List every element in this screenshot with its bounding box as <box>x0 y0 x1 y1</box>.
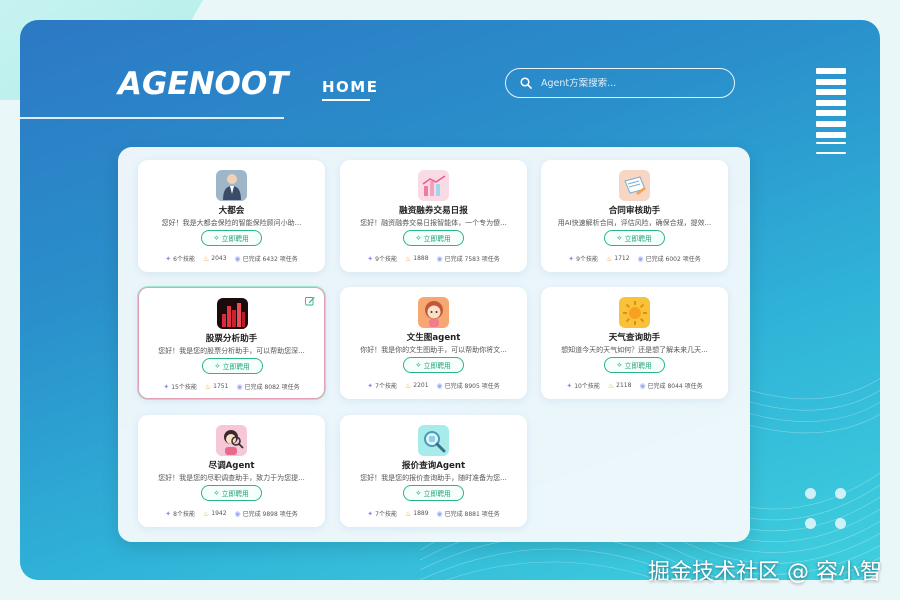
card-description: 您好！我是您的尽职调查助手，致力于为您提... <box>158 474 305 482</box>
completed-icon: ◉ <box>637 254 644 263</box>
hire-now-button[interactable]: ⟡ 立即聘用 <box>604 230 665 246</box>
sparkle-icon: ⟡ <box>617 360 622 369</box>
app-window: AGENOOT HOME 大都会 您好！我是大都会保险的智能保险顾问小助... … <box>20 20 880 580</box>
nav-home-link[interactable]: HOME <box>322 78 378 96</box>
agent-card-due-diligence[interactable]: 尽调Agent 您好！我是您的尽职调查助手，致力于为您提... ⟡ 立即聘用 ✦ 8… <box>138 415 325 527</box>
skill-sparkle-icon: ✦ <box>367 381 374 390</box>
app-logo: AGENOOT <box>118 66 289 102</box>
logo-underline <box>20 117 284 119</box>
card-description: 您好！我是您的报价查询助手，随时准备为您... <box>360 474 507 482</box>
card-title: 尽调Agent <box>208 461 255 471</box>
sparkle-icon: ⟡ <box>215 361 220 370</box>
agent-card-text-to-image[interactable]: 文生图agent 你好！我是你的文生图助手，可以帮助你将文... ⟡ 立即聘用 ✦… <box>340 287 527 399</box>
card-description: 想知道今天的天气如何？还是想了解未来几天... <box>561 346 708 354</box>
card-stats: ✦ 7个技能 ♨ 1889 ◉ 已完成 8881 项任务 <box>367 509 500 519</box>
hire-now-button[interactable]: ⟡ 立即聘用 <box>201 485 262 501</box>
skill-sparkle-icon: ✦ <box>165 254 172 263</box>
chart-report-icon <box>418 170 449 201</box>
card-description: 您好！我是大都会保险的智能保险顾问小助... <box>161 219 302 227</box>
agent-card-dadu[interactable]: 大都会 您好！我是大都会保险的智能保险顾问小助... ⟡ 立即聘用 ✦ 6个技能 ♨… <box>138 160 325 272</box>
card-title: 股票分析助手 <box>205 334 258 344</box>
card-title: 大都会 <box>218 206 245 216</box>
skill-sparkle-icon: ✦ <box>568 254 575 263</box>
completed-icon: ◉ <box>436 254 443 263</box>
nav-home-underline <box>322 99 370 101</box>
hire-now-button[interactable]: ⟡ 立即聘用 <box>201 230 262 246</box>
card-stats: ✦ 9个技能 ♨ 1712 ◉ 已完成 6002 项任务 <box>568 254 701 264</box>
search-box[interactable] <box>505 68 735 98</box>
hire-now-button[interactable]: ⟡ 立即聘用 <box>403 485 464 501</box>
agent-card-margin-report[interactable]: 融资融券交易日报 您好！融资融券交易日报智能体，一个专为傻... ⟡ 立即聘用 ✦… <box>340 160 527 272</box>
card-stats: ✦ 7个技能 ♨ 2201 ◉ 已完成 8905 项任务 <box>367 381 500 391</box>
sparkle-icon: ⟡ <box>617 233 622 242</box>
card-stats: ✦ 9个技能 ♨ 1888 ◉ 已完成 7583 项任务 <box>367 254 500 264</box>
flame-icon: ♨ <box>202 509 210 518</box>
flame-icon: ♨ <box>404 509 412 518</box>
completed-icon: ◉ <box>639 381 646 390</box>
skill-sparkle-icon: ✦ <box>367 254 374 263</box>
card-stats: ✦ 10个技能 ♨ 2118 ◉ 已完成 8044 项任务 <box>566 381 703 391</box>
card-title: 天气查询助手 <box>608 333 661 343</box>
flame-icon: ♨ <box>404 254 412 263</box>
sun-icon <box>619 297 650 328</box>
cartoon-girl-icon <box>418 297 449 328</box>
stock-bars-icon <box>217 298 248 329</box>
search-icon <box>520 77 532 89</box>
edit-icon[interactable] <box>305 296 315 306</box>
agent-card-quote-query[interactable]: 报价查询Agent 您好！我是您的报价查询助手，随时准备为您... ⟡ 立即聘用 … <box>340 415 527 527</box>
contract-document-icon <box>619 170 650 201</box>
completed-icon: ◉ <box>234 254 241 263</box>
search-input[interactable] <box>541 77 711 89</box>
skill-sparkle-icon: ✦ <box>163 382 170 391</box>
agent-card-weather[interactable]: 天气查询助手 想知道今天的天气如何？还是想了解未来几天... ⟡ 立即聘用 ✦ 10… <box>541 287 728 399</box>
agent-card-contract-review[interactable]: 合同审核助手 用AI快速解析合同，评估风险，确保合规，提效... ⟡ 立即聘用 ✦… <box>541 160 728 272</box>
card-description: 你好！我是你的文生图助手，可以帮助你将文... <box>360 346 507 354</box>
watermark-text: 掘金技术社区 @ 容小智 <box>648 560 882 585</box>
completed-icon: ◉ <box>234 509 241 518</box>
sparkle-icon: ⟡ <box>214 233 219 242</box>
hire-now-button[interactable]: ⟡ 立即聘用 <box>403 230 464 246</box>
completed-icon: ◉ <box>236 382 243 391</box>
sparkle-icon: ⟡ <box>416 360 421 369</box>
flame-icon: ♨ <box>204 382 212 391</box>
detective-magnifier-icon <box>216 425 247 456</box>
card-title: 融资融券交易日报 <box>399 206 468 216</box>
sparkle-icon: ⟡ <box>214 488 219 497</box>
skill-sparkle-icon: ✦ <box>367 509 374 518</box>
card-stats: ✦ 6个技能 ♨ 2043 ◉ 已完成 6432 项任务 <box>165 254 298 264</box>
completed-icon: ◉ <box>436 509 443 518</box>
card-title: 文生图agent <box>406 333 461 343</box>
skill-sparkle-icon: ✦ <box>165 509 172 518</box>
hire-now-button[interactable]: ⟡ 立即聘用 <box>403 357 464 373</box>
agent-card-panel: 大都会 您好！我是大都会保险的智能保险顾问小助... ⟡ 立即聘用 ✦ 6个技能 ♨… <box>118 147 750 542</box>
card-description: 用AI快速解析合同，评估风险，确保合规，提效... <box>557 219 712 227</box>
hire-now-button[interactable]: ⟡ 立即聘用 <box>202 358 263 374</box>
card-description: 您好！融资融券交易日报智能体，一个专为傻... <box>360 219 507 227</box>
hire-now-button[interactable]: ⟡ 立即聘用 <box>604 357 665 373</box>
skill-sparkle-icon: ✦ <box>566 381 573 390</box>
sparkle-icon: ⟡ <box>416 233 421 242</box>
agent-card-stock-analysis[interactable]: 股票分析助手 您好！我是您的股票分析助手，可以帮助您深... ⟡ 立即聘用 ✦ 15… <box>138 287 325 399</box>
card-title: 报价查询Agent <box>401 461 466 471</box>
flame-icon: ♨ <box>607 381 615 390</box>
card-stats: ✦ 8个技能 ♨ 1942 ◉ 已完成 9898 项任务 <box>165 509 298 519</box>
flame-icon: ♨ <box>605 254 613 263</box>
card-stats: ✦ 15个技能 ♨ 1751 ◉ 已完成 8082 项任务 <box>163 382 300 392</box>
completed-icon: ◉ <box>436 381 443 390</box>
card-description: 您好！我是您的股票分析助手，可以帮助您深... <box>158 347 305 355</box>
flame-icon: ♨ <box>404 381 412 390</box>
card-title: 合同审核助手 <box>608 206 661 216</box>
magnifier-search-icon <box>418 425 449 456</box>
hamburger-menu-icon[interactable] <box>816 68 846 162</box>
businessman-avatar-icon <box>216 170 247 201</box>
flame-icon: ♨ <box>202 254 210 263</box>
sparkle-icon: ⟡ <box>416 488 421 497</box>
